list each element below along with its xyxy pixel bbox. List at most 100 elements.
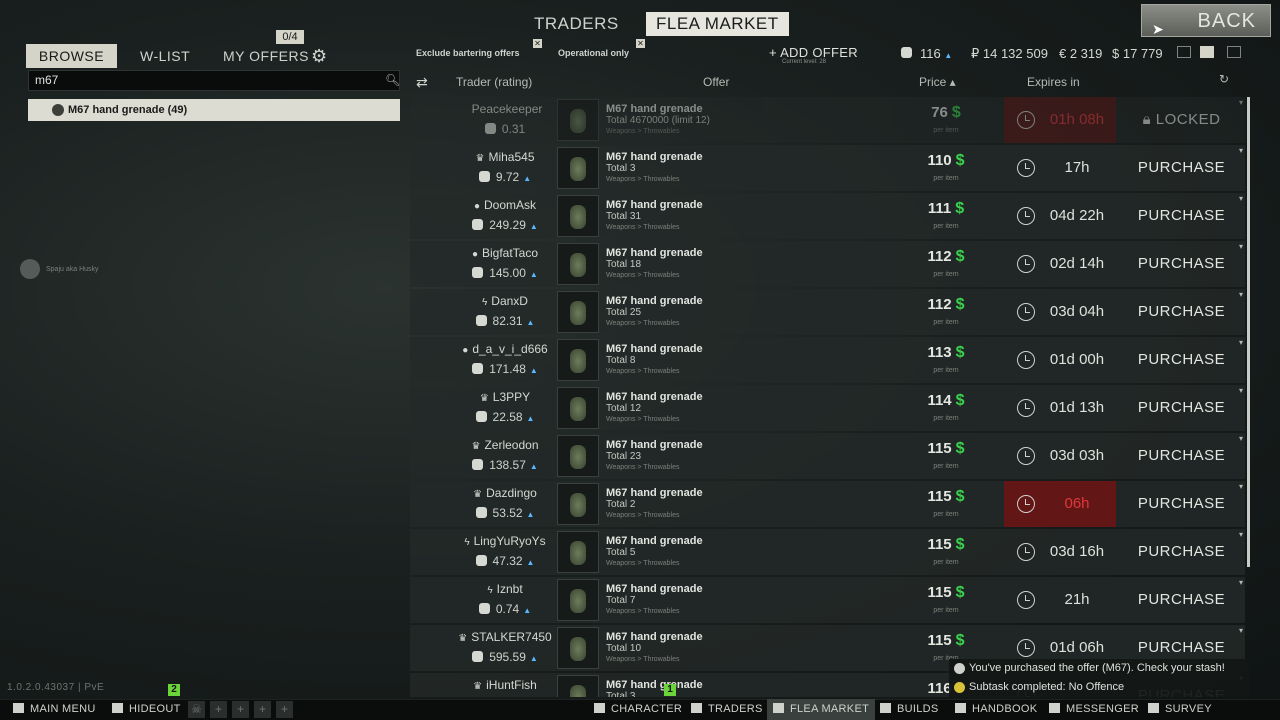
- purchase-button[interactable]: PURCHASE: [1118, 241, 1245, 287]
- chevron-down-icon[interactable]: ▾: [1239, 146, 1243, 155]
- chevron-down-icon[interactable]: ▾: [1239, 98, 1243, 107]
- grenade-icon[interactable]: [557, 147, 599, 189]
- main-menu-button[interactable]: MAIN MENU: [13, 699, 96, 720]
- add-slot-icon[interactable]: +: [232, 701, 249, 718]
- add-slot-icon[interactable]: +: [210, 701, 227, 718]
- swap-icon[interactable]: ⇄: [416, 74, 428, 91]
- trader-name[interactable]: ● d_a_v_i_d666: [440, 342, 570, 356]
- grenade-icon[interactable]: [557, 339, 599, 381]
- chevron-down-icon[interactable]: ▾: [1239, 290, 1243, 299]
- grenade-icon[interactable]: [557, 483, 599, 525]
- trader-name[interactable]: ♛ iHuntFish: [440, 678, 570, 692]
- chevron-down-icon[interactable]: ▾: [1239, 386, 1243, 395]
- offer-row[interactable]: ♛ Zerleodon 138.57 ▲ M67 hand grenade Total 2…: [410, 433, 1245, 479]
- friend-entry[interactable]: Spaju aka Husky: [20, 259, 99, 279]
- offer-row[interactable]: ♛ L3PPY 22.58 ▲ M67 hand grenade Total 12 Weap…: [410, 385, 1245, 431]
- search-icon[interactable]: 🔍︎: [385, 73, 400, 87]
- back-button[interactable]: ➤ BACK: [1141, 4, 1271, 37]
- trader-name[interactable]: Peacekeeper: [440, 102, 570, 116]
- grenade-icon[interactable]: [557, 291, 599, 333]
- trader-name[interactable]: ♛ L3PPY: [440, 390, 570, 404]
- chevron-down-icon[interactable]: ▾: [1239, 578, 1243, 587]
- notification-subtask[interactable]: Subtask completed: No Offence: [949, 678, 1249, 697]
- purchase-button[interactable]: PURCHASE: [1118, 289, 1245, 335]
- reload-icon[interactable]: ↻: [1219, 72, 1229, 86]
- offer-row[interactable]: ♛ Miha545 9.72 ▲ M67 hand grenade Total 3 Weap…: [410, 145, 1245, 191]
- view-tiles-icon[interactable]: [1227, 46, 1241, 58]
- column-expires[interactable]: Expires in: [1027, 75, 1080, 89]
- purchase-button[interactable]: PURCHASE: [1118, 481, 1245, 527]
- chevron-down-icon[interactable]: ▾: [1239, 482, 1243, 491]
- offer-row[interactable]: ● BigfatTaco 145.00 ▲ M67 hand grenade Total …: [410, 241, 1245, 287]
- grenade-icon[interactable]: [557, 675, 599, 697]
- view-list-icon[interactable]: [1200, 46, 1214, 58]
- grenade-icon[interactable]: [557, 579, 599, 621]
- offer-row[interactable]: ♛ Dazdingo 53.52 ▲ M67 hand grenade Total 2 We…: [410, 481, 1245, 527]
- builds-button[interactable]: BUILDS: [880, 699, 939, 720]
- chevron-down-icon[interactable]: ▾: [1239, 530, 1243, 539]
- tab-flea-market[interactable]: FLEA MARKET: [646, 12, 789, 36]
- survey-button[interactable]: SURVEY: [1148, 699, 1212, 720]
- trader-name[interactable]: ♛ Zerleodon: [440, 438, 570, 452]
- chevron-down-icon[interactable]: ▾: [1239, 338, 1243, 347]
- trader-name[interactable]: ϟ Iznbt: [440, 582, 570, 596]
- tab-traders[interactable]: TRADERS: [524, 12, 629, 36]
- offer-row[interactable]: ϟ DanxD 82.31 ▲ M67 hand grenade Total 25 Weap…: [410, 289, 1245, 335]
- purchase-button[interactable]: PURCHASE: [1118, 337, 1245, 383]
- trader-name[interactable]: ♛ STALKER7450: [440, 630, 570, 644]
- search-result-item[interactable]: M67 hand grenade (49): [28, 99, 400, 121]
- purchase-button[interactable]: PURCHASE: [1118, 529, 1245, 575]
- add-slot-icon[interactable]: +: [254, 701, 271, 718]
- grenade-icon[interactable]: [557, 99, 599, 141]
- offer-row[interactable]: Peacekeeper 0.31 M67 hand grenade Total 467…: [410, 97, 1245, 143]
- flea-market-button[interactable]: FLEA MARKET: [767, 699, 876, 720]
- close-icon[interactable]: ✕: [533, 39, 542, 48]
- gear-icon[interactable]: ⚙: [311, 46, 327, 67]
- hideout-button[interactable]: HIDEOUT: [112, 699, 181, 720]
- tab-browse[interactable]: BROWSE: [26, 44, 117, 68]
- trader-name[interactable]: ♛ Dazdingo: [440, 486, 570, 500]
- purchase-button[interactable]: PURCHASE: [1118, 145, 1245, 191]
- purchase-button[interactable]: PURCHASE: [1118, 577, 1245, 623]
- column-price[interactable]: Price ▴: [919, 75, 956, 89]
- trader-name[interactable]: ϟ DanxD: [440, 294, 570, 308]
- trader-name[interactable]: ϟ LingYuRyoYs: [440, 534, 570, 548]
- notification-purchase[interactable]: You've purchased the offer (M67). Check …: [949, 659, 1249, 678]
- skull-icon[interactable]: ☠: [188, 701, 205, 718]
- messenger-button[interactable]: MESSENGER: [1049, 699, 1139, 720]
- handbook-button[interactable]: HANDBOOK: [955, 699, 1037, 720]
- purchase-button[interactable]: PURCHASE: [1118, 193, 1245, 239]
- search-input[interactable]: m67: [28, 70, 400, 91]
- grenade-icon[interactable]: [557, 243, 599, 285]
- tab-my-offers[interactable]: MY OFFERS: [223, 44, 309, 68]
- traders-button[interactable]: TRADERS: [691, 699, 763, 720]
- grenade-icon[interactable]: [557, 435, 599, 477]
- close-icon[interactable]: ✕: [636, 39, 645, 48]
- purchase-button[interactable]: PURCHASE: [1118, 433, 1245, 479]
- chevron-down-icon[interactable]: ▾: [1239, 194, 1243, 203]
- offer-row[interactable]: ϟ LingYuRyoYs 47.32 ▲ M67 hand grenade Total …: [410, 529, 1245, 575]
- filter-exclude-barter[interactable]: Exclude bartering offers: [416, 48, 520, 58]
- column-trader[interactable]: Trader (rating): [456, 75, 532, 89]
- trader-name[interactable]: ● BigfatTaco: [440, 246, 570, 260]
- filter-operational-only[interactable]: Operational only: [558, 48, 629, 58]
- chevron-down-icon[interactable]: ▾: [1239, 242, 1243, 251]
- chevron-down-icon[interactable]: ▾: [1239, 626, 1243, 635]
- character-button[interactable]: CHARACTER: [594, 699, 682, 720]
- grenade-icon[interactable]: [557, 195, 599, 237]
- view-grid-icon[interactable]: [1177, 46, 1191, 58]
- purchase-button[interactable]: PURCHASE: [1118, 385, 1245, 431]
- scrollbar[interactable]: [1247, 97, 1250, 567]
- grenade-icon[interactable]: [557, 627, 599, 669]
- chevron-down-icon[interactable]: ▾: [1239, 434, 1243, 443]
- add-slot-icon[interactable]: +: [276, 701, 293, 718]
- offer-row[interactable]: ϟ Iznbt 0.74 ▲ M67 hand grenade Total 7 Weapon…: [410, 577, 1245, 623]
- offer-row[interactable]: ● DoomAsk 249.29 ▲ M67 hand grenade Total 31 W…: [410, 193, 1245, 239]
- offer-row[interactable]: ● d_a_v_i_d666 171.48 ▲ M67 hand grenade Tota…: [410, 337, 1245, 383]
- trader-name[interactable]: ♛ Miha545: [440, 150, 570, 164]
- grenade-icon[interactable]: [557, 387, 599, 429]
- add-offer-button[interactable]: + ADD OFFER: [769, 45, 858, 60]
- tab-wlist[interactable]: W-LIST: [140, 44, 190, 68]
- trader-name[interactable]: ● DoomAsk: [440, 198, 570, 212]
- grenade-icon[interactable]: [557, 531, 599, 573]
